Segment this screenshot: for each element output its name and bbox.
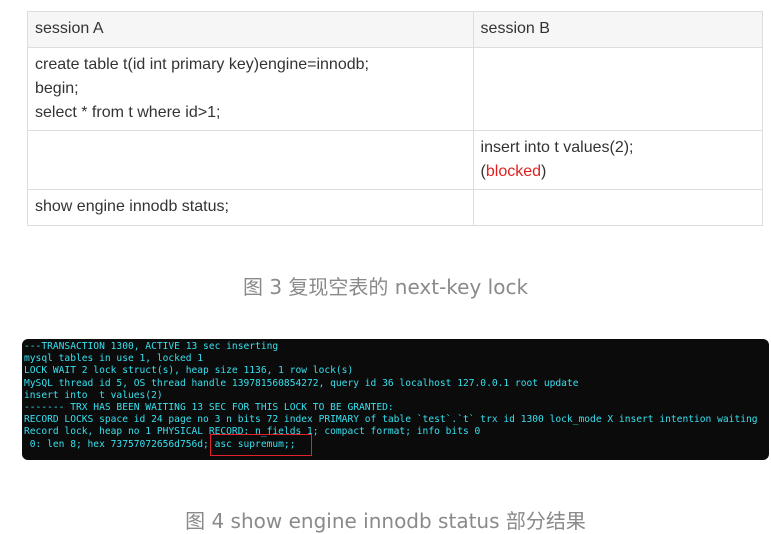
header-session-a: session A xyxy=(27,11,474,48)
sql-line: show engine innodb status; xyxy=(35,198,229,215)
session-table: session A session B create table t(id in… xyxy=(27,11,764,226)
session-a-cell: show engine innodb status; xyxy=(27,189,474,226)
blocked-note: (blocked) xyxy=(481,160,755,184)
terminal-line: 0: len 8; hex 73757072656d756d; asc supr… xyxy=(24,438,296,450)
session-a-cell: create table t(id int primary key)engine… xyxy=(27,47,474,131)
blocked-label: blocked xyxy=(485,163,542,180)
terminal-line: LOCK WAIT 2 lock struct(s), heap size 11… xyxy=(24,365,354,377)
header-session-b: session B xyxy=(472,11,764,48)
terminal-line: Record lock, heap no 1 PHYSICAL RECORD: … xyxy=(24,426,481,438)
terminal-line: ------- TRX HAS BEEN WAITING 13 SEC FOR … xyxy=(24,402,394,414)
table-header-row: session A session B xyxy=(27,11,764,48)
sql-line: begin; xyxy=(35,80,79,97)
paren-close: ) xyxy=(541,163,547,180)
terminal-output: ---TRANSACTION 1300, ACTIVE 13 sec inser… xyxy=(22,339,769,460)
figure-3-caption: 图 3 复现空表的 next-key lock xyxy=(242,275,529,299)
table-row: create table t(id int primary key)engine… xyxy=(27,47,764,131)
terminal-line: mysql tables in use 1, locked 1 xyxy=(24,353,204,365)
table-row: show engine innodb status; xyxy=(27,189,764,226)
table-row: insert into t values(2); (blocked) xyxy=(27,130,764,190)
sql-line: insert into t values(2); xyxy=(480,139,634,156)
session-a-cell xyxy=(27,130,474,190)
session-b-cell xyxy=(472,47,764,131)
session-b-cell xyxy=(472,189,764,226)
terminal-line: MySQL thread id 5, OS thread handle 1397… xyxy=(24,377,579,389)
session-b-cell: insert into t values(2); (blocked) xyxy=(472,130,764,190)
sql-line: create table t(id int primary key)engine… xyxy=(35,56,369,73)
terminal-line: insert into t values(2) xyxy=(24,389,163,401)
terminal-line: ---TRANSACTION 1300, ACTIVE 13 sec inser… xyxy=(24,341,279,352)
sql-line: select * from t where id>1; xyxy=(35,104,221,121)
terminal-line: RECORD LOCKS space id 24 page no 3 n bit… xyxy=(24,414,758,426)
supremum-highlight-box xyxy=(210,434,312,456)
